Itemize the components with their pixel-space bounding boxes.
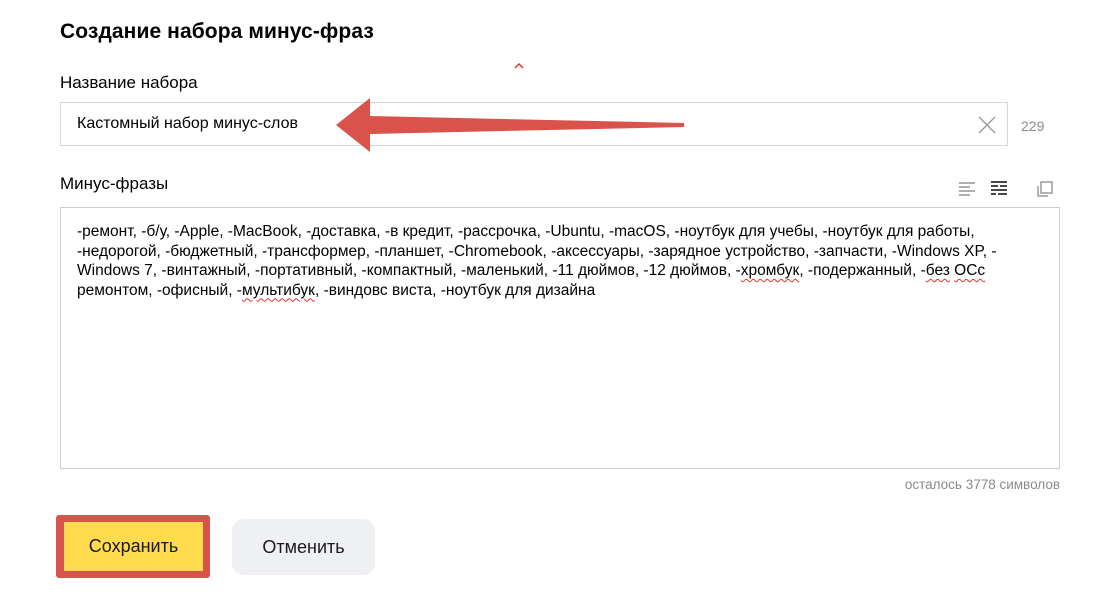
clear-icon[interactable] [977, 115, 997, 135]
misspelled-word: хромбук [740, 262, 800, 279]
phrase-segment: , -подержанный, - [799, 262, 926, 279]
create-minus-phrases-dialog: Создание набора минус-фраз Название набо… [0, 0, 1096, 596]
set-name-label: Название набора [60, 73, 198, 92]
save-button[interactable]: Сохранить [64, 522, 203, 571]
align-left-icon[interactable] [958, 180, 976, 198]
dialog-title: Создание набора минус-фраз [60, 20, 374, 43]
minus-phrases-label: Минус-фразы [60, 174, 169, 193]
phrase-segment: , -виндовс виста, -ноутбук для дизайна [314, 281, 596, 299]
annotation-arrow [336, 98, 684, 152]
caret-up-icon [514, 62, 524, 69]
phrase-segment: ремонтом, -офисный, - [77, 281, 242, 299]
minus-phrases-textarea[interactable]: -ремонт, -б/у, -Apple, -MacBook, -достав… [60, 207, 1060, 469]
name-char-counter: 229 [1021, 118, 1045, 134]
misspelled-word: мультибук [241, 281, 315, 299]
set-name-value: Кастомный набор минус-слов [77, 115, 298, 132]
remaining-chars: осталось 3778 символов [904, 477, 1060, 492]
cancel-button[interactable]: Отменить [232, 519, 375, 575]
copy-icon[interactable] [1036, 180, 1054, 198]
misspelled-word: без [925, 262, 950, 279]
format-list-icon[interactable] [990, 180, 1008, 198]
misspelled-word: ОСс [954, 262, 986, 279]
